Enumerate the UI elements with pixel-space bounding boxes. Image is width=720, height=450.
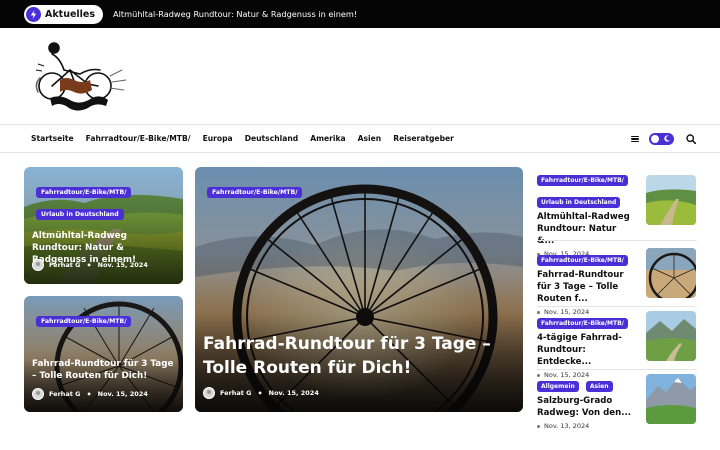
nav-item-amerika[interactable]: Amerika (310, 134, 345, 143)
post-tags: Fahrradtour/E-Bike/MTB/ Urlaub in Deutsc… (537, 167, 637, 211)
nav-item-europa[interactable]: Europa (203, 134, 233, 143)
ticker-badge: Aktuelles (24, 4, 104, 24)
post-date: Nov. 15, 2024 (97, 390, 148, 398)
toggle-knob (651, 135, 659, 143)
post-tags: Allgemein Asien (537, 373, 637, 395)
ticker-label: Aktuelles (45, 8, 96, 20)
card-tags: Fahrradtour/E-Bike/MTB/ Urlaub in Deutsc… (36, 179, 176, 223)
nav-item-reiseratgeber[interactable]: Reiseratgeber (393, 134, 454, 143)
nav-item-fahrradtour[interactable]: Fahrradtour/E-Bike/MTB/ (86, 134, 191, 143)
sidebar-post[interactable]: Fahrradtour/E-Bike/MTB/ Fahrrad-Rundtour… (537, 240, 697, 316)
category-tag[interactable]: Fahrradtour/E-Bike/MTB/ (36, 316, 132, 327)
featured-card-rundtour-large[interactable]: Fahrradtour/E-Bike/MTB/ Fahrrad-Rundtour… (195, 167, 523, 412)
post-tags: Fahrradtour/E-Bike/MTB/ (537, 310, 637, 332)
author-name[interactable]: Ferhat G (220, 389, 252, 397)
card-tags: Fahrradtour/E-Bike/MTB/ (207, 179, 347, 201)
post-thumbnail[interactable] (646, 248, 696, 298)
author-avatar (203, 387, 215, 399)
card-title[interactable]: Fahrrad-Rundtour für 3 Tage – Tolle Rout… (203, 332, 503, 380)
category-tag[interactable]: Fahrradtour/E-Bike/MTB/ (537, 255, 628, 266)
featured-card-rundtour-small[interactable]: Fahrradtour/E-Bike/MTB/ Fahrrad-Rundtour… (24, 296, 183, 412)
post-tags: Fahrradtour/E-Bike/MTB/ (537, 247, 637, 269)
category-tag[interactable]: Fahrradtour/E-Bike/MTB/ (537, 318, 628, 329)
category-tag[interactable]: Fahrradtour/E-Bike/MTB/ (537, 175, 628, 186)
post-thumbnail[interactable] (646, 311, 696, 361)
category-tag[interactable]: Asien (585, 381, 613, 392)
menu-icon[interactable] (631, 135, 639, 143)
category-tag[interactable]: Urlaub in Deutschland (36, 209, 124, 220)
moon-icon (664, 135, 671, 142)
post-thumbnail[interactable] (646, 374, 696, 424)
category-tag[interactable]: Fahrradtour/E-Bike/MTB/ (36, 187, 132, 198)
post-title[interactable]: 4-tägige Fahrrad-Rundtour: Entdecke... (537, 332, 635, 368)
post-thumbnail[interactable] (646, 175, 696, 225)
nav-item-asien[interactable]: Asien (358, 134, 382, 143)
author-name[interactable]: Ferhat G (49, 261, 81, 269)
dark-mode-toggle[interactable] (649, 133, 674, 145)
nav-item-startseite[interactable]: Startseite (31, 134, 74, 143)
author-avatar (32, 388, 44, 400)
post-date: Nov. 15, 2024 (268, 389, 319, 397)
post-title[interactable]: Salzburg-Grado Radweg: Von den... (537, 395, 635, 419)
sidebar-post[interactable]: Fahrradtour/E-Bike/MTB/ 4-tägige Fahrrad… (537, 306, 697, 379)
author-name[interactable]: Ferhat G (49, 390, 81, 398)
featured-card-altmuehltal[interactable]: Fahrradtour/E-Bike/MTB/ Urlaub in Deutsc… (24, 167, 183, 284)
author-avatar (32, 259, 44, 271)
card-meta: Ferhat G • Nov. 15, 2024 (203, 387, 319, 399)
search-icon[interactable] (686, 134, 696, 144)
card-title[interactable]: Fahrrad-Rundtour für 3 Tage – Tolle Rout… (32, 358, 178, 382)
post-date: Nov. 15, 2024 (97, 261, 148, 269)
main-navigation: Startseite Fahrradtour/E-Bike/MTB/ Europ… (0, 124, 720, 153)
sidebar-post[interactable]: Allgemein Asien Salzburg-Grado Radweg: V… (537, 369, 697, 430)
ticker-headline-link[interactable]: Altmühltal-Radweg Rundtour: Natur & Radg… (113, 9, 357, 19)
site-logo[interactable] (30, 40, 130, 115)
card-tags: Fahrradtour/E-Bike/MTB/ (36, 308, 176, 330)
nav-item-deutschland[interactable]: Deutschland (245, 134, 299, 143)
lightning-icon (26, 6, 41, 22)
category-tag[interactable]: Allgemein (537, 381, 579, 392)
post-title[interactable]: Fahrrad-Rundtour für 3 Tage – Tolle Rout… (537, 269, 635, 305)
sidebar-post[interactable]: Fahrradtour/E-Bike/MTB/ Urlaub in Deutsc… (537, 167, 697, 258)
card-meta: Ferhat G • Nov. 15, 2024 (32, 259, 148, 271)
category-tag[interactable]: Fahrradtour/E-Bike/MTB/ (207, 187, 303, 198)
category-tag[interactable]: Urlaub in Deutschland (537, 197, 621, 208)
news-ticker: Aktuelles Altmühltal-Radweg Rundtour: Na… (0, 0, 720, 28)
card-meta: Ferhat G • Nov. 15, 2024 (32, 388, 148, 400)
